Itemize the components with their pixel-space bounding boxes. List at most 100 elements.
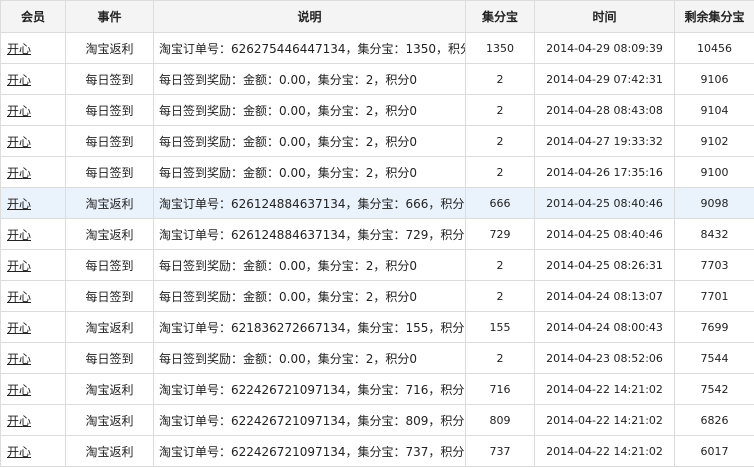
table-row: 开心 淘宝返利 淘宝订单号：626124884637134，集分宝：729，积分0 7…: [0, 218, 754, 250]
description-cell: 淘宝订单号：626124884637134，集分宝：729，积分0: [153, 218, 466, 250]
event-cell: 淘宝返利: [65, 435, 154, 467]
member-cell: 开心: [0, 249, 66, 281]
column-header-description: 说明: [153, 0, 466, 33]
member-link[interactable]: 开心: [7, 166, 31, 180]
time-cell: 2014-04-22 14:21:02: [534, 435, 675, 467]
remaining-cell: 9106: [674, 63, 754, 95]
column-header-member: 会员: [0, 0, 66, 33]
remaining-cell: 9100: [674, 156, 754, 188]
points-cell: 2: [465, 156, 535, 188]
member-cell: 开心: [0, 435, 66, 467]
event-cell: 每日签到: [65, 249, 154, 281]
points-history-table: 会员 事件 说明 集分宝 时间 剩余集分宝 开心 淘宝返利 淘宝订单号：626275…: [0, 0, 754, 467]
time-cell: 2014-04-22 14:21:02: [534, 373, 675, 405]
time-cell: 2014-04-29 07:42:31: [534, 63, 675, 95]
points-cell: 2: [465, 63, 535, 95]
time-cell: 2014-04-24 08:00:43: [534, 311, 675, 343]
member-link[interactable]: 开心: [7, 321, 31, 335]
member-cell: 开心: [0, 373, 66, 405]
points-cell: 737: [465, 435, 535, 467]
remaining-cell: 7699: [674, 311, 754, 343]
points-cell: 666: [465, 187, 535, 219]
remaining-cell: 9104: [674, 94, 754, 126]
time-cell: 2014-04-23 08:52:06: [534, 342, 675, 374]
time-cell: 2014-04-25 08:40:46: [534, 187, 675, 219]
member-link[interactable]: 开心: [7, 42, 31, 56]
time-cell: 2014-04-28 08:43:08: [534, 94, 675, 126]
description-cell: 每日签到奖励：金额：0.00，集分宝：2，积分0: [153, 156, 466, 188]
member-cell: 开心: [0, 125, 66, 157]
member-link[interactable]: 开心: [7, 352, 31, 366]
member-link[interactable]: 开心: [7, 228, 31, 242]
table-row: 开心 淘宝返利 淘宝订单号：626275446447134，集分宝：1350，积分0…: [0, 32, 754, 64]
time-cell: 2014-04-29 08:09:39: [534, 32, 675, 64]
member-cell: 开心: [0, 187, 66, 219]
points-cell: 809: [465, 404, 535, 436]
description-cell: 淘宝订单号：622426721097134，集分宝：809，积分0: [153, 404, 466, 436]
table-row: 开心 每日签到 每日签到奖励：金额：0.00，集分宝：2，积分0 2 2014-04-2…: [0, 94, 754, 126]
table-row: 开心 淘宝返利 淘宝订单号：621836272667134，集分宝：155，积分0 1…: [0, 311, 754, 343]
member-cell: 开心: [0, 404, 66, 436]
table-row: 开心 每日签到 每日签到奖励：金额：0.00，集分宝：2，积分0 2 2014-04-2…: [0, 249, 754, 281]
member-link[interactable]: 开心: [7, 197, 31, 211]
remaining-cell: 7703: [674, 249, 754, 281]
member-cell: 开心: [0, 311, 66, 343]
table-row: 开心 淘宝返利 淘宝订单号：622426721097134，集分宝：737，积分0 7…: [0, 435, 754, 467]
column-header-points: 集分宝: [465, 0, 535, 33]
description-cell: 淘宝订单号：622426721097134，集分宝：716，积分0: [153, 373, 466, 405]
description-cell: 每日签到奖励：金额：0.00，集分宝：2，积分0: [153, 280, 466, 312]
description-cell: 每日签到奖励：金额：0.00，集分宝：2，积分0: [153, 249, 466, 281]
event-cell: 淘宝返利: [65, 187, 154, 219]
table-row: 开心 淘宝返利 淘宝订单号：626124884637134，集分宝：666，积分0 6…: [0, 187, 754, 219]
event-cell: 每日签到: [65, 63, 154, 95]
member-link[interactable]: 开心: [7, 104, 31, 118]
column-header-remaining: 剩余集分宝: [674, 0, 754, 33]
remaining-cell: 7701: [674, 280, 754, 312]
event-cell: 淘宝返利: [65, 373, 154, 405]
points-cell: 729: [465, 218, 535, 250]
table-row: 开心 每日签到 每日签到奖励：金额：0.00，集分宝：2，积分0 2 2014-04-2…: [0, 63, 754, 95]
remaining-cell: 7542: [674, 373, 754, 405]
points-cell: 2: [465, 280, 535, 312]
member-cell: 开心: [0, 342, 66, 374]
points-cell: 2: [465, 94, 535, 126]
description-cell: 每日签到奖励：金额：0.00，集分宝：2，积分0: [153, 342, 466, 374]
member-cell: 开心: [0, 218, 66, 250]
event-cell: 淘宝返利: [65, 218, 154, 250]
column-header-event: 事件: [65, 0, 154, 33]
event-cell: 淘宝返利: [65, 404, 154, 436]
table-row: 开心 每日签到 每日签到奖励：金额：0.00，集分宝：2，积分0 2 2014-04-2…: [0, 125, 754, 157]
event-cell: 每日签到: [65, 280, 154, 312]
member-link[interactable]: 开心: [7, 383, 31, 397]
column-header-time: 时间: [534, 0, 675, 33]
description-cell: 淘宝订单号：626124884637134，集分宝：666，积分0: [153, 187, 466, 219]
member-link[interactable]: 开心: [7, 290, 31, 304]
member-cell: 开心: [0, 280, 66, 312]
event-cell: 每日签到: [65, 156, 154, 188]
description-cell: 淘宝订单号：626275446447134，集分宝：1350，积分0: [153, 32, 466, 64]
event-cell: 淘宝返利: [65, 311, 154, 343]
member-link[interactable]: 开心: [7, 73, 31, 87]
member-link[interactable]: 开心: [7, 135, 31, 149]
description-cell: 淘宝订单号：622426721097134，集分宝：737，积分0: [153, 435, 466, 467]
member-link[interactable]: 开心: [7, 259, 31, 273]
table-header-row: 会员 事件 说明 集分宝 时间 剩余集分宝: [0, 0, 754, 33]
points-cell: 2: [465, 125, 535, 157]
time-cell: 2014-04-25 08:40:46: [534, 218, 675, 250]
remaining-cell: 9098: [674, 187, 754, 219]
remaining-cell: 7544: [674, 342, 754, 374]
points-cell: 1350: [465, 32, 535, 64]
table-row: 开心 淘宝返利 淘宝订单号：622426721097134，集分宝：809，积分0 8…: [0, 404, 754, 436]
remaining-cell: 6017: [674, 435, 754, 467]
event-cell: 淘宝返利: [65, 32, 154, 64]
table-row: 开心 淘宝返利 淘宝订单号：622426721097134，集分宝：716，积分0 7…: [0, 373, 754, 405]
member-cell: 开心: [0, 63, 66, 95]
member-link[interactable]: 开心: [7, 414, 31, 428]
description-cell: 每日签到奖励：金额：0.00，集分宝：2，积分0: [153, 63, 466, 95]
remaining-cell: 6826: [674, 404, 754, 436]
member-cell: 开心: [0, 32, 66, 64]
remaining-cell: 10456: [674, 32, 754, 64]
member-cell: 开心: [0, 156, 66, 188]
remaining-cell: 8432: [674, 218, 754, 250]
member-link[interactable]: 开心: [7, 445, 31, 459]
